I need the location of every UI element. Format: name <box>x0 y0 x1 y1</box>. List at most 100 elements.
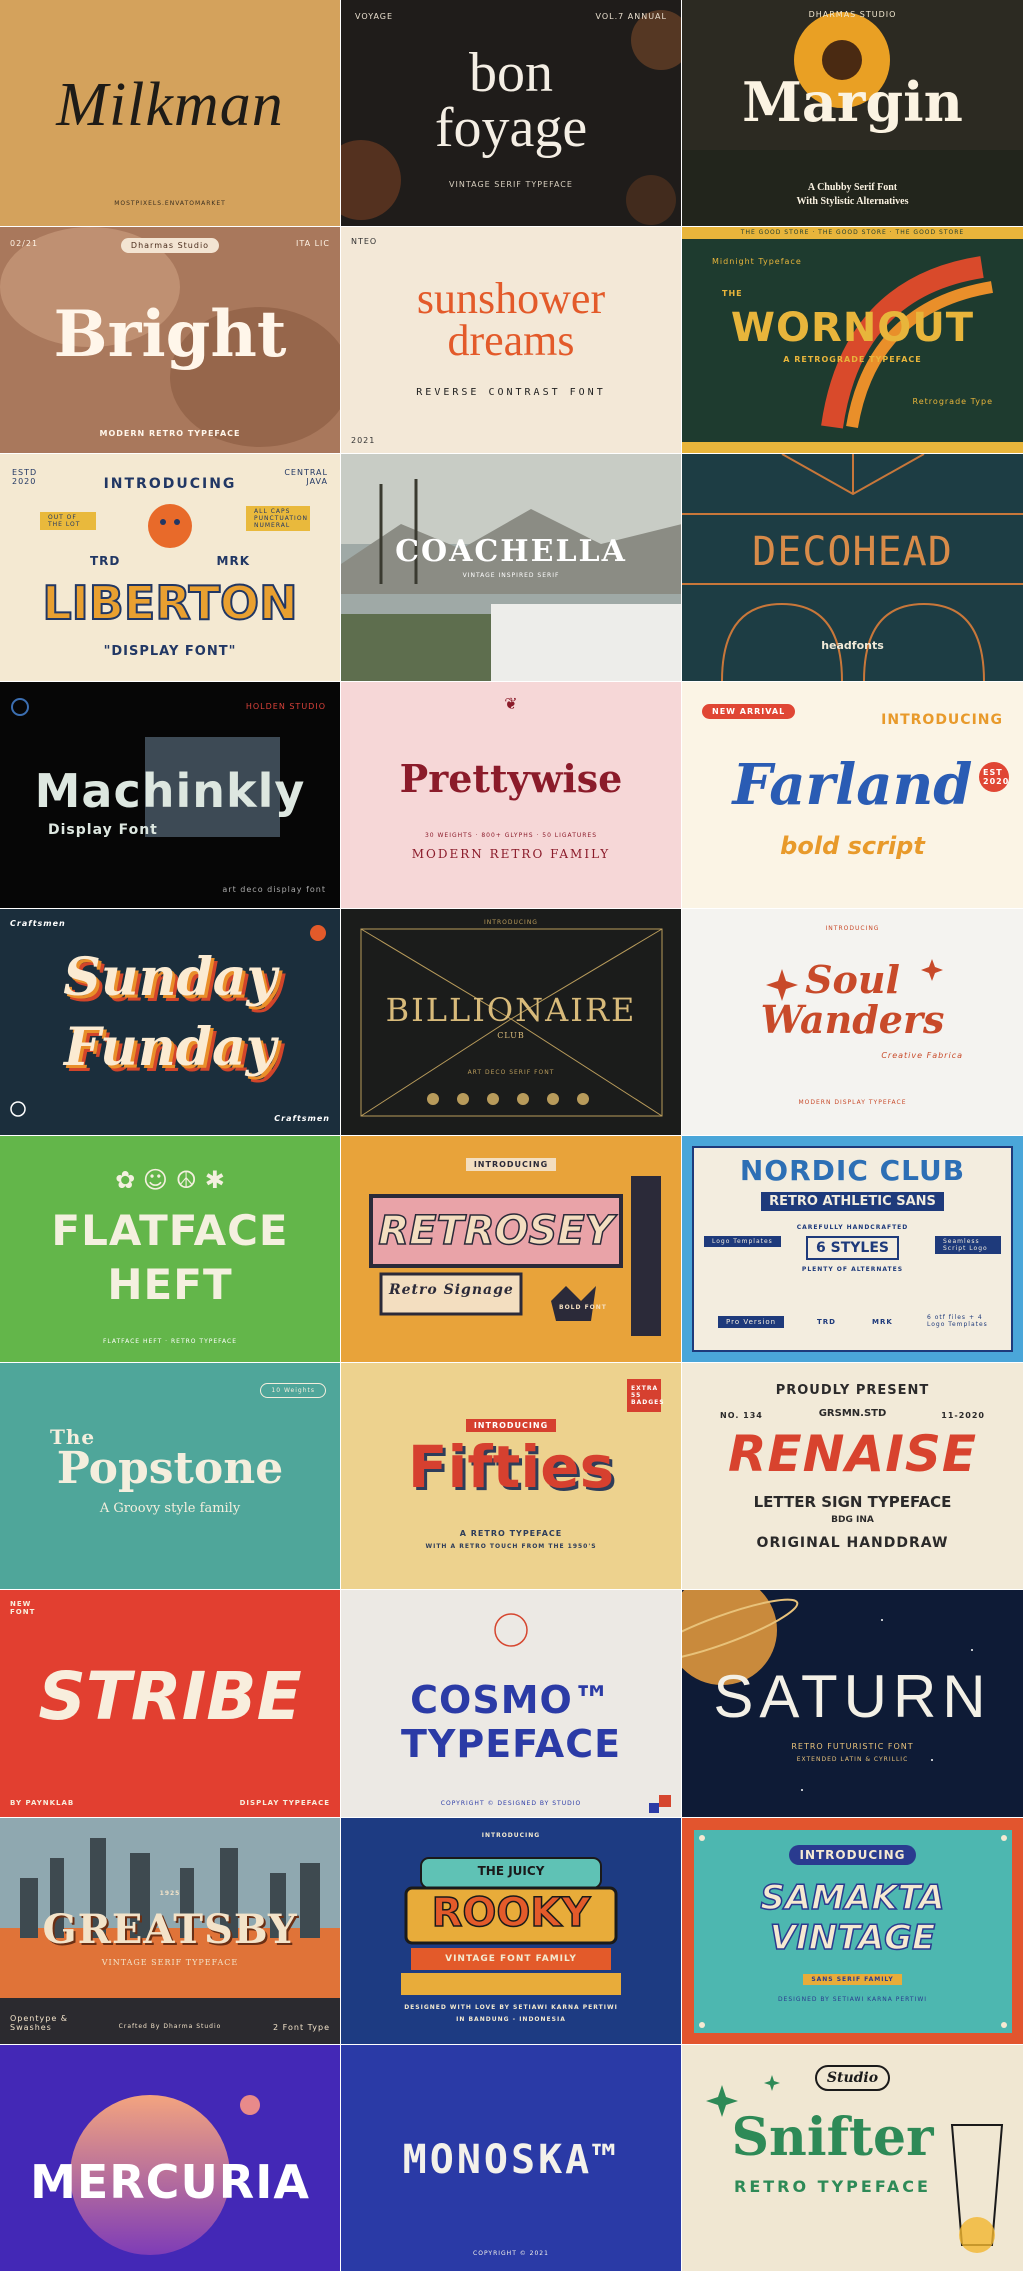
tile-samakta[interactable]: INTRODUCING SAMAKTA VINTAGE SANS SERIF F… <box>682 1817 1024 2045</box>
tile-fifties[interactable]: EXTRA 55 BADGES INTRODUCING Fifties A RE… <box>341 1363 682 1591</box>
machinkly-credit: HOLDEN STUDIO <box>245 701 326 711</box>
popstone-subtitle: A Groovy style family <box>99 1501 241 1517</box>
tile-rooky[interactable]: INTRODUCING THE JUICY ROOKY VINTAGE FONT… <box>341 1817 682 2045</box>
font-showcase-grid: Milkman MOSTPIXELS.ENVATOMARKET VOYAGE V… <box>0 0 1024 2272</box>
margin-subtitle-1: A Chubby Serif Font <box>807 182 898 193</box>
greatsby-bottom-right: 2 Font Type <box>273 2022 330 2032</box>
nordic-extra: 6 otf files + 4 Logo Templates <box>927 1313 988 1328</box>
tile-stribe[interactable]: NEW FONT STRIBE BY PAYNKLAB DISPLAY TYPE… <box>0 1590 341 1818</box>
flatface-title-line2: HEFT <box>107 1259 233 1309</box>
fifties-subtitle-1: A RETRO TYPEFACE <box>459 1529 563 1539</box>
renaise-date: 11-2020 <box>941 1411 985 1421</box>
liberton-left-badge: OUT OF THE LOT <box>40 512 96 531</box>
bonfoyage-subtitle: VINTAGE SERIF TYPEFACE <box>449 180 573 189</box>
popstone-badge: 10 Weights <box>260 1383 326 1399</box>
fifties-subtitle-2: WITH A RETRO TOUCH FROM THE 1950'S <box>425 1543 597 1551</box>
sunshower-title-line2: dreams <box>447 316 575 366</box>
renaise-location: BDG INA <box>831 1515 874 1526</box>
sunshower-title-line1: sunshower <box>416 274 606 324</box>
tile-billionaire[interactable]: INTRODUCING BILLIONAIRE CLUB ART DECO SE… <box>341 908 682 1136</box>
tile-bonfoyage[interactable]: VOYAGE VOL.7 ANNUAL bon foyage VINTAGE S… <box>341 0 682 228</box>
farland-estd: EST 2020 <box>979 761 1009 792</box>
tile-machinkly[interactable]: HOLDEN STUDIO Machinkly Display Font art… <box>0 681 341 909</box>
farland-intro: INTRODUCING <box>881 711 1003 728</box>
tile-greatsby[interactable]: 1925 GREATSBY VINTAGE SERIF TYPEFACE Ope… <box>0 1817 341 2045</box>
milkman-credit: MOSTPIXELS.ENVATOMARKET <box>114 200 226 207</box>
billionaire-subtitle: ART DECO SERIF FONT <box>467 1068 555 1076</box>
bonfoyage-title-line1: bon <box>469 42 553 104</box>
popstone-title: Popstone <box>56 1443 284 1495</box>
retrosey-subtitle: Retro Signage <box>389 1281 514 1298</box>
fifties-badge: EXTRA 55 BADGES <box>627 1379 664 1413</box>
soul-title-line1: Soul <box>805 956 900 1002</box>
fifties-intro: INTRODUCING <box>465 1419 557 1433</box>
stribe-corner: NEW FONT <box>10 1600 36 1617</box>
tile-bright[interactable]: 02/21 ITA LIC Dharmas Studio Bright MODE… <box>0 227 341 455</box>
tile-snifter[interactable]: Studio Snifter RETRO TYPEFACE <box>682 2044 1024 2272</box>
tile-retrosey[interactable]: INTRODUCING RETROSEY Retro Signage BOLD … <box>341 1135 682 1364</box>
nordic-trd: TRD <box>817 1317 836 1326</box>
wornout-subtitle: A RETROGRADE TYPEFACE <box>783 355 922 365</box>
sunday-title-line2: Funday <box>64 1016 276 1078</box>
prettywise-subtitle: MODERN RETRO FAMILY <box>411 846 611 861</box>
tile-farland[interactable]: NEW ARRIVAL INTRODUCING Farland EST 2020… <box>682 681 1024 909</box>
liberton-trd: TRD <box>90 554 121 569</box>
retrosey-badge: BOLD FONT <box>559 1303 607 1311</box>
flatface-title-line1: FLATFACE <box>51 1205 289 1255</box>
tile-saturn[interactable]: SATURN RETRO FUTURISTIC FONT EXTENDED LA… <box>682 1590 1024 1818</box>
billionaire-intro: INTRODUCING <box>484 918 538 926</box>
cosmo-credit: COPYRIGHT © DESIGNED BY STUDIO <box>440 1800 582 1808</box>
tile-margin[interactable]: DHARMAS STUDIO Margin A Chubby Serif Fon… <box>682 0 1024 228</box>
stribe-bottom-left: BY PAYNKLAB <box>10 1798 75 1807</box>
billionaire-title: BILLIONAIRE <box>385 990 637 1029</box>
greatsby-subtitle: VINTAGE SERIF TYPEFACE <box>101 1957 239 1967</box>
tile-sunday[interactable]: Craftsmen Sunday Funday Craftsmen <box>0 908 341 1136</box>
nordic-handcrafted: CAREFULLY HANDCRAFTED <box>796 1223 909 1231</box>
rooky-title: ROOKY <box>431 1889 591 1937</box>
prettywise-title: Prettywise <box>399 755 623 801</box>
tile-monoska[interactable]: MONOSKA™ COPYRIGHT © 2021 <box>341 2044 682 2272</box>
tile-mercuria[interactable]: MERCURIA <box>0 2044 341 2272</box>
coachella-title: COACHELLA <box>395 534 627 570</box>
nordic-title: NORDIC CLUB <box>739 1153 966 1187</box>
tile-renaise[interactable]: PROUDLY PRESENT NO. 134 GRSMN.STD 11-202… <box>682 1363 1024 1591</box>
greatsby-year: 1925 <box>159 1889 181 1897</box>
machinkly-subtitle: Display Font <box>48 821 158 838</box>
soul-title-line2: Wanders <box>760 996 945 1042</box>
liberton-subtitle: "DISPLAY FONT" <box>103 644 237 660</box>
tile-milkman[interactable]: Milkman MOSTPIXELS.ENVATOMARKET <box>0 0 341 228</box>
snifter-title: Snifter <box>731 2106 934 2168</box>
tile-prettywise[interactable]: ❦ Prettywise 30 WEIGHTS · 800+ GLYPHS · … <box>341 681 682 909</box>
wornout-right-note: Retrograde Type <box>912 397 993 407</box>
tile-sunshower[interactable]: NTEO 2021 sunshower dreams REVERSE CONTR… <box>341 227 682 455</box>
prettywise-features: 30 WEIGHTS · 800+ GLYPHS · 50 LIGATURES <box>424 831 598 839</box>
renaise-title: RENAISE <box>728 1425 977 1484</box>
monoska-title: MONOSKA™ <box>402 2136 620 2183</box>
wornout-title: WORNOUT <box>730 305 975 352</box>
nordic-mrk: MRK <box>872 1317 893 1326</box>
tile-wornout[interactable]: THE GOOD STORE · THE GOOD STORE · THE GO… <box>682 227 1024 455</box>
wornout-pre: THE <box>722 289 743 299</box>
milkman-title: Milkman <box>56 71 284 139</box>
tile-liberton[interactable]: ESTD 2020 CENTRAL JAVA INTRODUCING OUT O… <box>0 454 341 682</box>
tile-flatface[interactable]: ✿ ☺ ☮ ✱ FLATFACE HEFT FLATFACE HEFT · RE… <box>0 1135 341 1364</box>
tile-popstone[interactable]: 10 Weights The Popstone A Groovy style f… <box>0 1363 341 1591</box>
sunday-title-line1: Sunday <box>63 946 277 1008</box>
tile-soul[interactable]: INTRODUCING Soul Wanders Creative Fabric… <box>682 908 1024 1136</box>
tile-decohead[interactable]: DECOHEAD headfonts <box>682 454 1024 682</box>
liberton-title: LIBERTON <box>41 575 298 631</box>
monoska-footer: COPYRIGHT © 2021 <box>473 2249 549 2257</box>
fifties-title: Fifties <box>407 1433 615 1502</box>
rooky-subtitle: VINTAGE FONT FAMILY <box>445 1953 577 1964</box>
renaise-top: PROUDLY PRESENT <box>775 1383 930 1399</box>
tile-nordic[interactable]: NORDIC CLUB RETRO ATHLETIC SANS CAREFULL… <box>682 1135 1024 1364</box>
flatface-icons: ✿ ☺ ☮ ✱ <box>115 1165 225 1194</box>
margin-subtitle-2: With Stylistic Alternatives <box>796 196 909 207</box>
machinkly-footer: art deco display font <box>222 884 326 894</box>
margin-studio: DHARMAS STUDIO <box>808 10 897 19</box>
nordic-right-box: Seamless Script Logo <box>935 1235 1001 1254</box>
sunshower-subtitle: REVERSE CONTRAST FONT <box>416 387 606 399</box>
tile-cosmo[interactable]: COSMO™ TYPEFACE COPYRIGHT © DESIGNED BY … <box>341 1590 682 1818</box>
tile-coachella[interactable]: COACHELLA VINTAGE INSPIRED SERIF <box>341 454 682 682</box>
samakta-credit: DESIGNED BY SETIAWI KARNA PERTIWI <box>777 1995 928 2003</box>
